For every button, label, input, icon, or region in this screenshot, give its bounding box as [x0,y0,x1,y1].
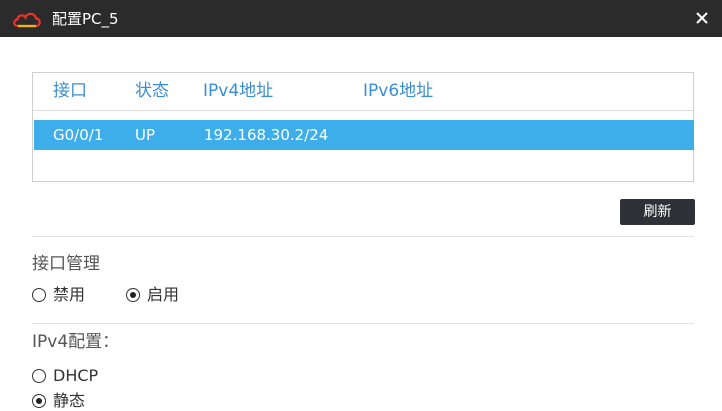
dhcp-radio-label: DHCP [53,366,99,385]
ipv4-config-label: IPv4配置： [32,332,120,352]
column-header-ipv4: IPv4地址 [203,81,274,101]
title-bar: 配置PC_5 [0,0,722,37]
disable-radio-label: 禁用 [53,285,86,304]
column-header-interface: 接口 [53,81,87,101]
interface-table-header: 接口 状态 IPv4地址 IPv6地址 [33,73,693,111]
close-icon[interactable] [694,10,710,26]
radio-circle[interactable] [32,369,46,383]
column-header-status: 状态 [135,81,169,101]
radio-circle[interactable] [32,288,46,302]
column-header-ipv6: IPv6地址 [363,81,434,101]
enable-radio-label: 启用 [147,285,180,304]
static-radio-label: 静态 [53,391,86,410]
refresh-button[interactable]: 刷新 [620,199,695,225]
divider [32,236,694,237]
cell-ipv4: 192.168.30.2/24 [204,126,329,144]
static-radio[interactable]: 静态 [32,391,85,411]
divider [32,323,694,324]
disable-radio[interactable]: 禁用 [32,285,85,305]
radio-circle[interactable] [126,288,140,302]
table-row[interactable]: G0/0/1 UP 192.168.30.2/24 [34,120,694,150]
cell-interface: G0/0/1 [53,126,104,144]
cell-status: UP [135,126,156,144]
interface-table: 接口 状态 IPv4地址 IPv6地址 G0/0/1 UP 192.168.30… [32,72,694,182]
cloud-logo-icon [13,12,41,28]
radio-circle[interactable] [32,394,46,408]
interface-management-label: 接口管理 [32,254,100,274]
window-title: 配置PC_5 [52,10,119,28]
dhcp-radio[interactable]: DHCP [32,366,98,386]
enable-radio[interactable]: 启用 [126,285,179,305]
